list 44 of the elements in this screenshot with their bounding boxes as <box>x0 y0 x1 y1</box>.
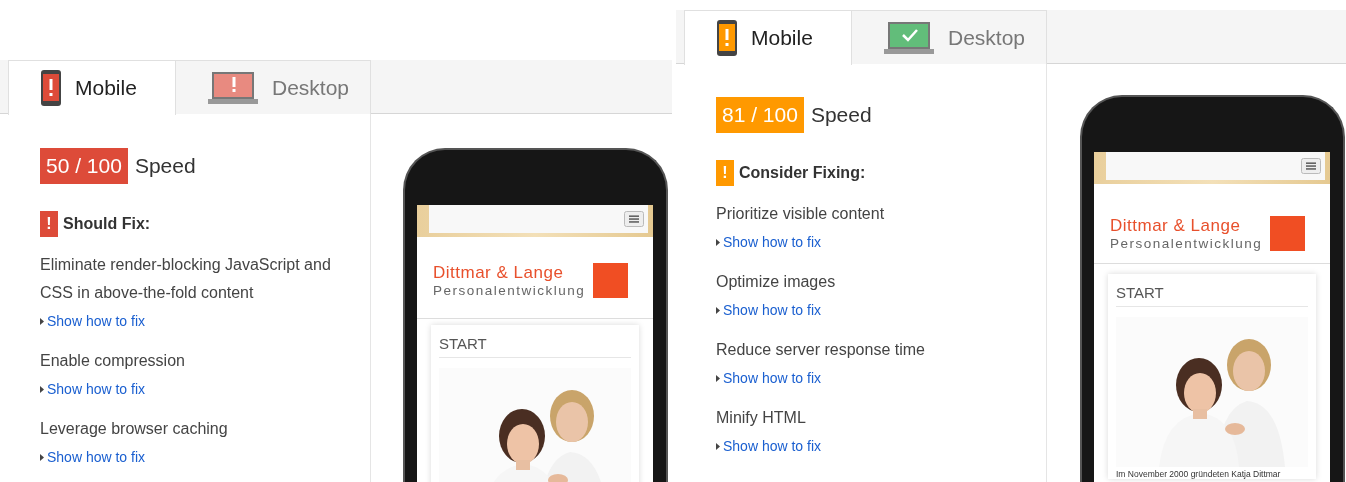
fix-link[interactable]: Show how to fix <box>47 381 146 397</box>
fix-link[interactable]: Show how to fix <box>723 302 822 318</box>
triangle-icon <box>716 238 720 246</box>
score-label: Speed <box>810 103 872 127</box>
tab[interactable]: Mobile <box>684 10 852 65</box>
triangle-icon <box>40 385 44 393</box>
triangle-icon <box>40 453 44 461</box>
section-title: Should Fix: <box>63 215 151 233</box>
tab[interactable]: Mobile <box>8 60 176 115</box>
fix-link[interactable]: Show how to fix <box>47 313 146 329</box>
site-tagline: Personalentwicklung <box>433 283 586 298</box>
logo-square <box>1270 216 1306 251</box>
triangle-icon <box>716 442 720 450</box>
fix-link[interactable]: Show how to fix <box>47 449 146 465</box>
menu-icon <box>1301 158 1321 174</box>
triangle-icon <box>716 306 720 314</box>
site-brand: Dittmar & Lange <box>1110 216 1242 236</box>
site-brand: Dittmar & Lange <box>433 263 565 283</box>
issue-title: Eliminate render-blocking JavaScript and CSS in above-the-fold content <box>40 255 332 303</box>
issue-title: Enable compression <box>40 351 186 371</box>
warning-marker: ! <box>40 211 58 237</box>
score-badge: 81 / 100 <box>716 97 804 133</box>
issue-title: Minify HTML <box>716 408 807 428</box>
triangle-icon <box>716 374 720 382</box>
fix-link[interactable]: Show how to fix <box>723 234 822 250</box>
issue-title: Optimize images <box>716 272 837 292</box>
tab[interactable]: Desktop <box>852 10 1047 64</box>
caption-text: Im November 2000 gründeten Katja Dittmar <box>1116 469 1282 479</box>
site-tagline: Personalentwicklung <box>1110 236 1263 251</box>
logo-square <box>593 263 629 298</box>
section-title: Consider Fixing: <box>739 164 866 182</box>
tab[interactable]: Desktop <box>176 60 371 114</box>
triangle-icon <box>40 317 44 325</box>
issue-title: Reduce server response time <box>716 340 926 360</box>
fix-link[interactable]: Show how to fix <box>723 370 822 386</box>
issue-title: Prioritize visible content <box>716 204 886 224</box>
page-heading: START <box>1116 284 1308 307</box>
warning-marker: ! <box>716 160 734 186</box>
page-heading: START <box>439 335 631 358</box>
score-badge: 50 / 100 <box>40 148 128 184</box>
fix-link[interactable]: Show how to fix <box>723 438 822 454</box>
score-label: Speed <box>134 154 196 178</box>
menu-icon <box>624 211 644 227</box>
issue-title: Leverage browser caching <box>40 419 229 439</box>
